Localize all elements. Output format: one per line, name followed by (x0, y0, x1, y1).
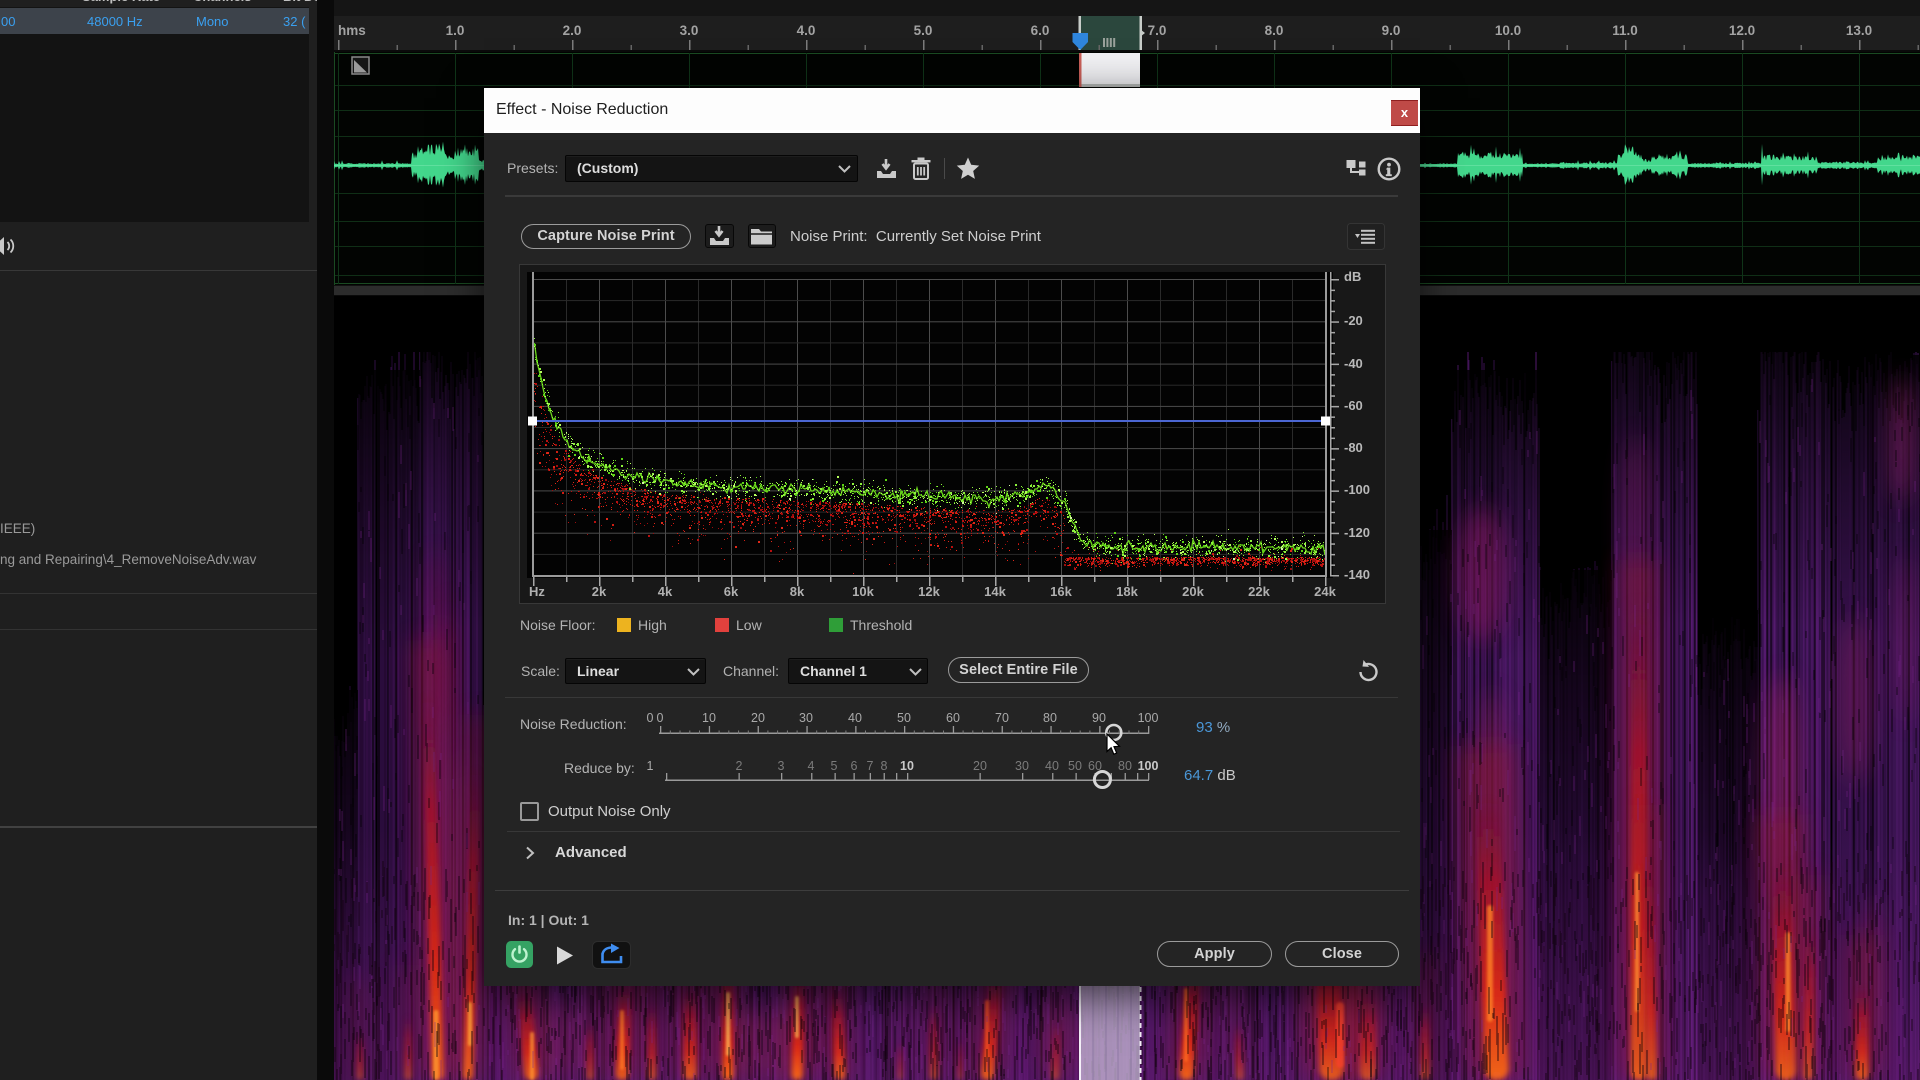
svg-text:90: 90 (1092, 711, 1106, 725)
svg-text:-100: -100 (1344, 482, 1370, 497)
svg-text:20k: 20k (1182, 584, 1204, 599)
svg-text:80: 80 (1118, 759, 1132, 773)
svg-text:100: 100 (1138, 711, 1159, 725)
svg-text:2k: 2k (592, 584, 607, 599)
svg-text:1.0: 1.0 (446, 23, 465, 38)
svg-text:-60: -60 (1344, 398, 1363, 413)
svg-text:10k: 10k (852, 584, 874, 599)
svg-text:30: 30 (1015, 759, 1029, 773)
svg-text:4.0: 4.0 (797, 23, 816, 38)
svg-text:40: 40 (1045, 759, 1059, 773)
svg-text:24k: 24k (1314, 584, 1336, 599)
svg-text:14k: 14k (984, 584, 1006, 599)
svg-text:16k: 16k (1050, 584, 1072, 599)
svg-text:0: 0 (657, 711, 664, 725)
svg-text:8: 8 (881, 759, 888, 773)
svg-text:5: 5 (831, 759, 838, 773)
svg-text:30: 30 (799, 711, 813, 725)
svg-text:13.0: 13.0 (1846, 23, 1872, 38)
svg-text:20: 20 (751, 711, 765, 725)
svg-text:10: 10 (702, 711, 716, 725)
svg-text:50: 50 (897, 711, 911, 725)
svg-text:8k: 8k (790, 584, 805, 599)
svg-text:-80: -80 (1344, 440, 1363, 455)
svg-text:7.0: 7.0 (1148, 23, 1167, 38)
svg-text:dB: dB (1344, 269, 1361, 284)
svg-text:20: 20 (973, 759, 987, 773)
svg-text:3: 3 (778, 759, 785, 773)
svg-text:50: 50 (1068, 759, 1082, 773)
svg-text:11.0: 11.0 (1612, 23, 1638, 38)
svg-text:9.0: 9.0 (1382, 23, 1401, 38)
svg-text:4: 4 (808, 759, 815, 773)
svg-text:60: 60 (946, 711, 960, 725)
svg-text:6.0: 6.0 (1031, 23, 1050, 38)
svg-text:-120: -120 (1344, 525, 1370, 540)
svg-text:6: 6 (851, 759, 858, 773)
svg-text:-140: -140 (1344, 567, 1370, 582)
svg-text:8.0: 8.0 (1265, 23, 1284, 38)
svg-text:5.0: 5.0 (914, 23, 933, 38)
svg-text:-40: -40 (1344, 356, 1363, 371)
svg-text:12.0: 12.0 (1729, 23, 1755, 38)
svg-text:70: 70 (995, 711, 1009, 725)
svg-text:22k: 22k (1248, 584, 1270, 599)
svg-text:12k: 12k (918, 584, 940, 599)
svg-text:1: 1 (647, 759, 654, 773)
svg-text:2: 2 (736, 759, 743, 773)
svg-text:0: 0 (647, 711, 654, 725)
svg-text:10.0: 10.0 (1495, 23, 1521, 38)
svg-text:7: 7 (867, 759, 874, 773)
svg-text:40: 40 (848, 711, 862, 725)
svg-text:-20: -20 (1344, 313, 1363, 328)
svg-text:Hz: Hz (529, 584, 545, 599)
svg-text:10: 10 (900, 759, 914, 773)
svg-text:18k: 18k (1116, 584, 1138, 599)
svg-text:2.0: 2.0 (563, 23, 582, 38)
svg-text:100: 100 (1138, 759, 1159, 773)
svg-text:3.0: 3.0 (680, 23, 699, 38)
svg-text:80: 80 (1043, 711, 1057, 725)
svg-text:4k: 4k (658, 584, 673, 599)
svg-text:6k: 6k (724, 584, 739, 599)
svg-text:hms: hms (338, 23, 366, 38)
